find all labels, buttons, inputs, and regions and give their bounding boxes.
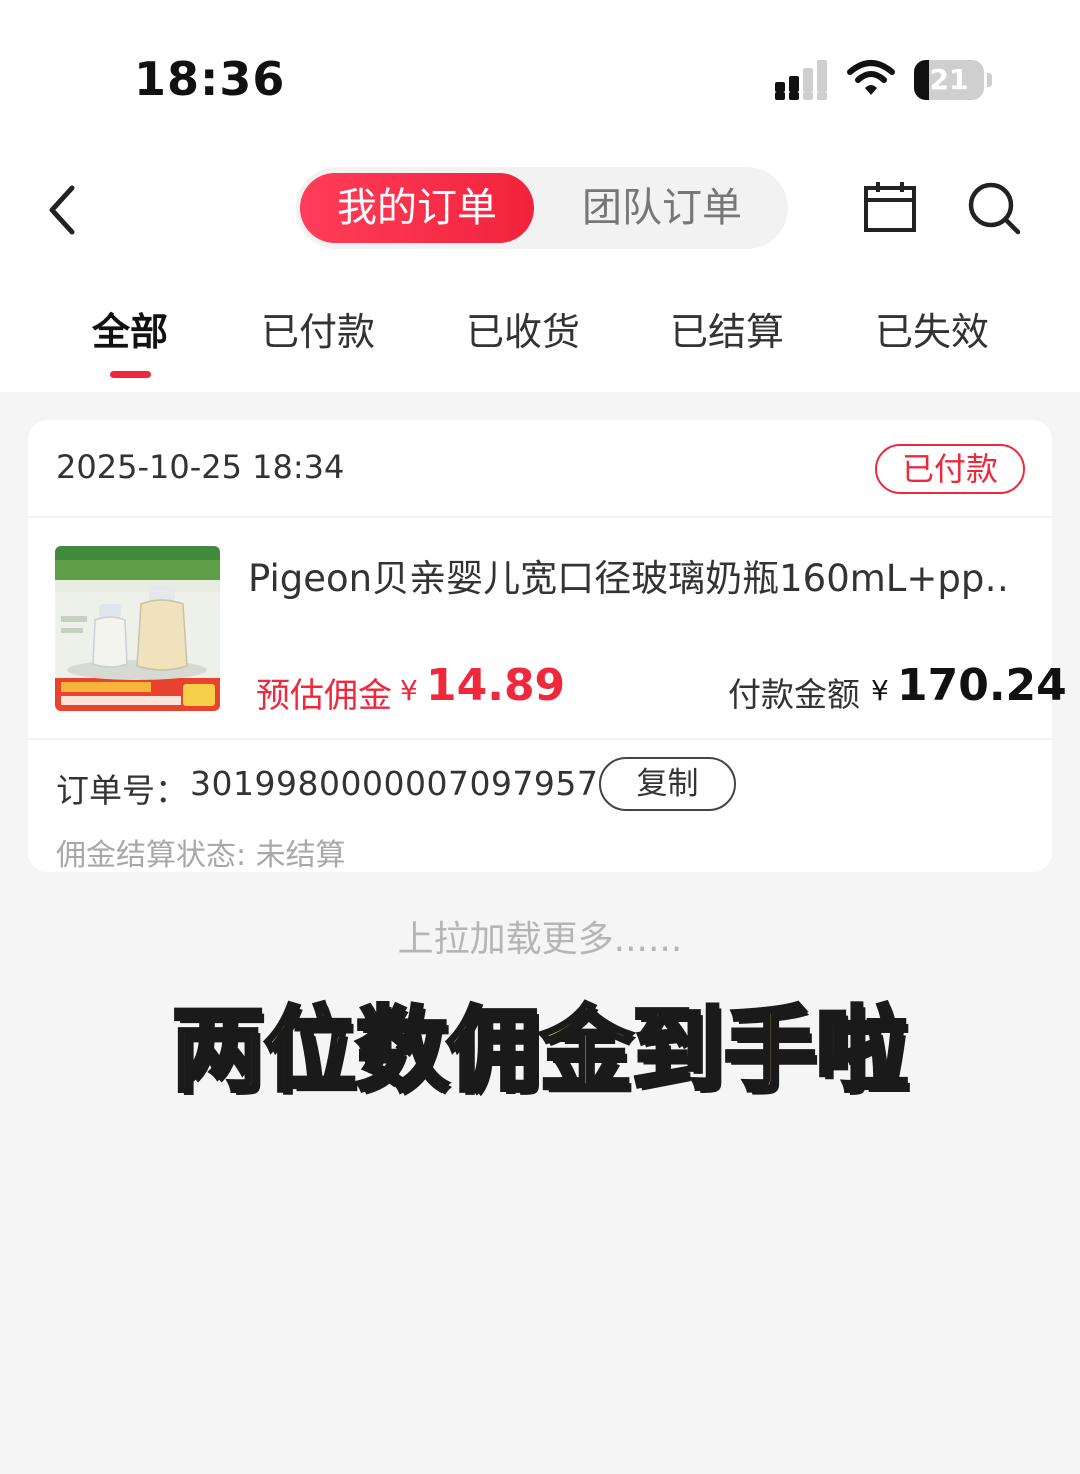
- pay-amount-label: 付款金额: [728, 675, 860, 714]
- load-more-hint: 上拉加载更多......: [397, 919, 683, 960]
- tab-received[interactable]: 已收货: [460, 304, 586, 360]
- tab-settled[interactable]: 已结算: [664, 304, 790, 360]
- chevron-left-icon[interactable]: [40, 182, 90, 238]
- cellular-signal-icon: [775, 60, 827, 100]
- battery-icon: 21: [914, 60, 994, 100]
- tab-paid[interactable]: 已付款: [255, 304, 381, 360]
- divider: [28, 738, 1052, 740]
- battery-text: 21: [929, 63, 969, 96]
- product-image[interactable]: [55, 546, 220, 711]
- status-time: 18:36: [134, 52, 286, 106]
- commission-label: 预估佣金: [256, 676, 392, 716]
- settlement-status: 佣金结算状态: 未结算: [56, 838, 346, 873]
- commission-value: 14.89: [426, 660, 566, 711]
- tab-invalid[interactable]: 已失效: [869, 304, 995, 360]
- commission-currency: ¥: [400, 674, 418, 707]
- order-number: 3019980000007097957: [190, 764, 599, 803]
- product-title[interactable]: Pigeon贝亲婴儿宽口径玻璃奶瓶160mL+pp…: [248, 548, 1008, 602]
- order-type-switch: 我的订单 团队订单: [296, 167, 788, 249]
- tab-team-orders[interactable]: 团队订单: [542, 173, 782, 243]
- overlay-caption: 两位数佣金到手啦: [170, 995, 910, 1106]
- order-card[interactable]: 2025-10-25 18:34 已付款 Pigeon贝亲婴儿宽口径玻璃奶瓶16…: [28, 420, 1067, 873]
- tab-indicator: [110, 371, 151, 378]
- pay-amount-value: 170.24: [897, 660, 1067, 711]
- copy-button[interactable]: 复制: [599, 757, 736, 811]
- status-badge: 已付款: [875, 444, 1025, 494]
- tab-all[interactable]: 全部: [82, 304, 178, 360]
- tab-my-orders[interactable]: 我的订单: [300, 173, 534, 243]
- search-icon[interactable]: [966, 180, 1022, 236]
- order-number-label: 订单号：: [56, 771, 188, 810]
- pay-currency: ¥: [871, 674, 889, 707]
- battery-tip: [987, 73, 992, 87]
- order-time: 2025-10-25 18:34: [56, 448, 345, 486]
- divider: [28, 516, 1052, 518]
- wifi-icon: [847, 60, 895, 95]
- calendar-icon[interactable]: [862, 180, 918, 234]
